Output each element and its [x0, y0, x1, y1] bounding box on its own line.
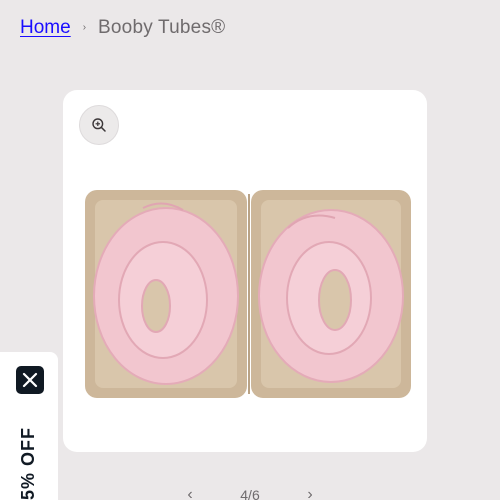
- zoom-button[interactable]: [79, 105, 119, 145]
- gallery-counter: 4/6: [240, 487, 260, 500]
- promo-close-button[interactable]: [16, 366, 44, 394]
- chevron-right-icon[interactable]: ›: [300, 486, 320, 500]
- breadcrumb: Home › Booby Tubes®: [20, 16, 225, 40]
- breadcrumb-separator-icon: ›: [82, 22, 87, 33]
- breadcrumb-home-link[interactable]: Home: [20, 16, 71, 40]
- discount-promo-tab[interactable]: 5% OFF: [0, 352, 58, 500]
- product-image[interactable]: [83, 188, 413, 400]
- breadcrumb-current-page: Booby Tubes®: [98, 17, 226, 38]
- zoom-in-icon: [92, 118, 106, 132]
- chevron-left-icon[interactable]: ‹: [180, 486, 200, 500]
- close-icon: [22, 372, 38, 388]
- product-page: Home › Booby Tubes® ‹ 4/6 › 5% OFF: [0, 0, 500, 500]
- promo-label: 5% OFF: [18, 426, 38, 500]
- gallery-pager: ‹ 4/6 ›: [180, 486, 320, 500]
- product-image-card: [63, 90, 427, 452]
